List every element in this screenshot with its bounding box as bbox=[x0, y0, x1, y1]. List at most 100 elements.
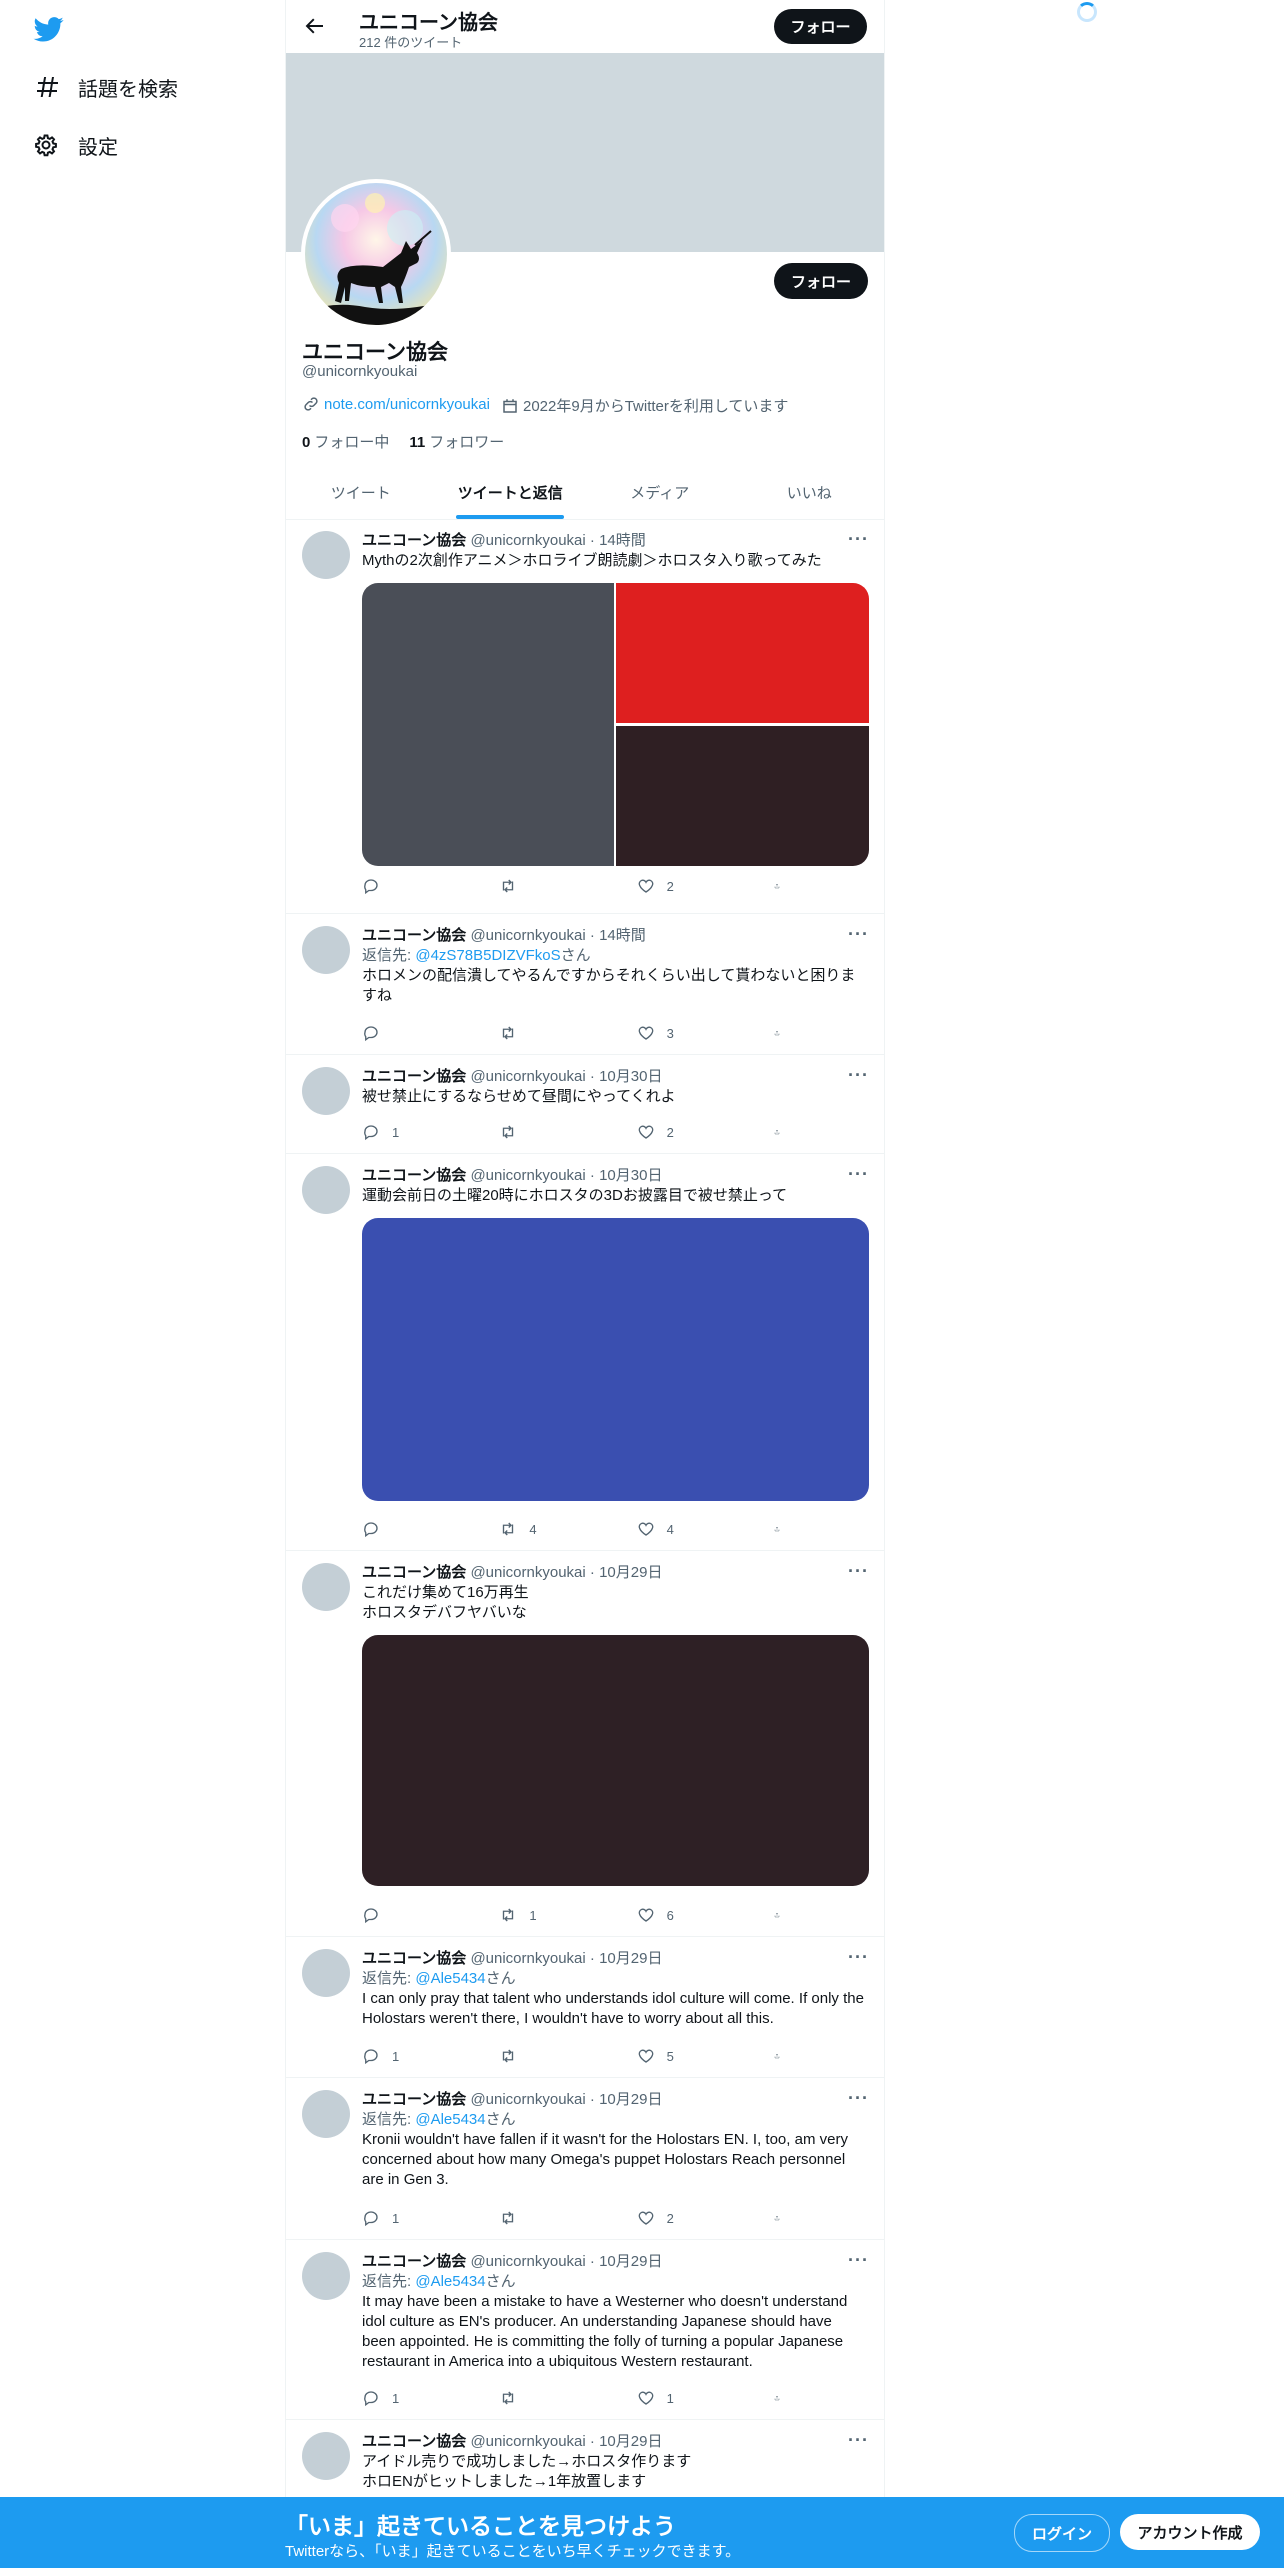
more-options-icon[interactable]: ··· bbox=[848, 1066, 869, 1084]
reply-button[interactable]: 1 bbox=[362, 2388, 472, 2408]
tweet[interactable]: ユニコーン協会 @unicornkyoukai · 14時間 ··· Mythの2次… bbox=[286, 519, 884, 914]
reply-button[interactable] bbox=[362, 1519, 472, 1539]
profile-avatar[interactable] bbox=[301, 179, 451, 329]
tweet-author-handle[interactable]: @unicornkyoukai bbox=[470, 2433, 585, 2450]
retweet-button[interactable] bbox=[499, 876, 609, 896]
tweet-time[interactable]: 10月29日 bbox=[599, 1564, 662, 1581]
tweet-avatar[interactable] bbox=[302, 926, 350, 974]
tweet-time[interactable]: 10月30日 bbox=[599, 1068, 662, 1085]
share-button[interactable] bbox=[774, 1023, 792, 1043]
tweet-author-name[interactable]: ユニコーン協会 bbox=[362, 1564, 466, 1581]
reply-button[interactable]: 1 bbox=[362, 1122, 472, 1142]
tweet[interactable]: ユニコーン協会 @unicornkyoukai · 10月29日 ··· 返信先: … bbox=[286, 1937, 884, 2078]
tweet-image[interactable] bbox=[616, 583, 869, 723]
tweet[interactable]: ユニコーン協会 @unicornkyoukai · 10月29日 ··· 返信先: … bbox=[286, 2078, 884, 2240]
nav-settings[interactable]: 設定 bbox=[34, 125, 118, 165]
like-button[interactable]: 1 bbox=[637, 2388, 747, 2408]
nav-explore[interactable]: 話題を検索 bbox=[34, 67, 178, 107]
like-button[interactable]: 5 bbox=[637, 2046, 747, 2066]
more-options-icon[interactable]: ··· bbox=[848, 1562, 869, 1580]
more-options-icon[interactable]: ··· bbox=[848, 530, 869, 548]
share-button[interactable] bbox=[774, 1905, 792, 1925]
retweet-button[interactable] bbox=[499, 2388, 609, 2408]
tweet-time[interactable]: 10月30日 bbox=[599, 1167, 662, 1184]
like-button[interactable]: 2 bbox=[637, 876, 747, 896]
tweet-image[interactable] bbox=[362, 1635, 869, 1886]
more-options-icon[interactable]: ··· bbox=[848, 1165, 869, 1183]
tweet-image[interactable] bbox=[362, 1218, 869, 1501]
tweet-avatar[interactable] bbox=[302, 1166, 350, 1214]
profile-follow-button[interactable]: フォロー bbox=[774, 263, 868, 299]
reply-button[interactable] bbox=[362, 1905, 472, 1925]
tweet-time[interactable]: 10月29日 bbox=[599, 2091, 662, 2108]
share-button[interactable] bbox=[774, 1519, 792, 1539]
tweet-avatar[interactable] bbox=[302, 2090, 350, 2138]
more-options-icon[interactable]: ··· bbox=[848, 1948, 869, 1966]
tweet-author-handle[interactable]: @unicornkyoukai bbox=[470, 1564, 585, 1581]
tweet-time[interactable]: 10月29日 bbox=[599, 1950, 662, 1967]
like-button[interactable]: 2 bbox=[637, 1122, 747, 1142]
like-button[interactable]: 2 bbox=[637, 2208, 747, 2228]
reply-button[interactable]: 1 bbox=[362, 2208, 472, 2228]
followers-link[interactable]: 11 フォロワー bbox=[409, 431, 504, 452]
tweet-author-name[interactable]: ユニコーン協会 bbox=[362, 927, 466, 944]
reply-button[interactable]: 1 bbox=[362, 2046, 472, 2066]
retweet-button[interactable] bbox=[499, 2046, 609, 2066]
share-button[interactable] bbox=[774, 876, 792, 896]
tweet[interactable]: ユニコーン協会 @unicornkyoukai · 10月30日 ··· 運動会前日… bbox=[286, 1154, 884, 1551]
reply-button[interactable] bbox=[362, 1023, 472, 1043]
share-button[interactable] bbox=[774, 2046, 792, 2066]
back-arrow-icon[interactable] bbox=[302, 14, 326, 38]
login-button[interactable]: ログイン bbox=[1014, 2514, 1110, 2552]
tweet[interactable]: ユニコーン協会 @unicornkyoukai · 10月29日 ··· 返信先: … bbox=[286, 2240, 884, 2420]
more-options-icon[interactable]: ··· bbox=[848, 2089, 869, 2107]
reply-button[interactable] bbox=[362, 876, 472, 896]
tweet-author-name[interactable]: ユニコーン協会 bbox=[362, 2253, 466, 2270]
tab-tweets-and-replies[interactable]: ツイートと返信 bbox=[436, 466, 586, 519]
like-button[interactable]: 4 bbox=[637, 1519, 747, 1539]
tweet-author-name[interactable]: ユニコーン協会 bbox=[362, 1950, 466, 1967]
tweet-author-handle[interactable]: @unicornkyoukai bbox=[470, 1068, 585, 1085]
tweet-avatar[interactable] bbox=[302, 531, 350, 579]
tweet-author-handle[interactable]: @unicornkyoukai bbox=[470, 532, 585, 549]
tweet-author-name[interactable]: ユニコーン協会 bbox=[362, 1167, 466, 1184]
tweet-media-grid[interactable] bbox=[362, 583, 869, 866]
tab-tweets[interactable]: ツイート bbox=[286, 466, 436, 519]
tweet-author-handle[interactable]: @unicornkyoukai bbox=[470, 1950, 585, 1967]
header-follow-button[interactable]: フォロー bbox=[774, 9, 867, 44]
tweet[interactable]: ユニコーン協会 @unicornkyoukai · 10月29日 ··· これだけ集… bbox=[286, 1551, 884, 1937]
reply-to-handle[interactable]: @4zS78B5DIZVFkoS bbox=[415, 947, 560, 964]
twitter-logo-icon[interactable] bbox=[32, 14, 66, 44]
tweet-avatar[interactable] bbox=[302, 2432, 350, 2480]
reply-to-handle[interactable]: @Ale5434 bbox=[415, 2273, 485, 2290]
share-button[interactable] bbox=[774, 2388, 792, 2408]
retweet-button[interactable]: 4 bbox=[499, 1519, 609, 1539]
retweet-button[interactable] bbox=[499, 1122, 609, 1142]
tweet-avatar[interactable] bbox=[302, 1563, 350, 1611]
tweet-author-name[interactable]: ユニコーン協会 bbox=[362, 532, 466, 549]
tweet-time[interactable]: 10月29日 bbox=[599, 2433, 662, 2450]
tweet[interactable]: ユニコーン協会 @unicornkyoukai · 14時間 ··· 返信先: @4… bbox=[286, 914, 884, 1055]
tab-likes[interactable]: いいね bbox=[735, 466, 885, 519]
tab-media[interactable]: メディア bbox=[585, 466, 735, 519]
reply-to-handle[interactable]: @Ale5434 bbox=[415, 2111, 485, 2128]
tweet-author-handle[interactable]: @unicornkyoukai bbox=[470, 927, 585, 944]
signup-button[interactable]: アカウント作成 bbox=[1120, 2514, 1260, 2550]
tweet-avatar[interactable] bbox=[302, 1067, 350, 1115]
like-button[interactable]: 6 bbox=[637, 1905, 747, 1925]
retweet-button[interactable]: 1 bbox=[499, 1905, 609, 1925]
following-link[interactable]: 0 フォロー中 bbox=[302, 431, 389, 452]
tweet-avatar[interactable] bbox=[302, 1949, 350, 1997]
tweet-author-handle[interactable]: @unicornkyoukai bbox=[470, 2091, 585, 2108]
more-options-icon[interactable]: ··· bbox=[848, 2431, 869, 2449]
tweet[interactable]: ユニコーン協会 @unicornkyoukai · 10月29日 ··· アイドル売… bbox=[286, 2420, 884, 2500]
profile-url[interactable]: note.com/unicornkyoukai bbox=[302, 395, 490, 413]
tweet-image[interactable] bbox=[616, 726, 869, 866]
tweet-author-handle[interactable]: @unicornkyoukai bbox=[470, 2253, 585, 2270]
tweet-author-name[interactable]: ユニコーン協会 bbox=[362, 1068, 466, 1085]
tweet-author-name[interactable]: ユニコーン協会 bbox=[362, 2091, 466, 2108]
like-button[interactable]: 3 bbox=[637, 1023, 747, 1043]
reply-to-handle[interactable]: @Ale5434 bbox=[415, 1970, 485, 1987]
tweet-author-handle[interactable]: @unicornkyoukai bbox=[470, 1167, 585, 1184]
tweet-author-name[interactable]: ユニコーン協会 bbox=[362, 2433, 466, 2450]
